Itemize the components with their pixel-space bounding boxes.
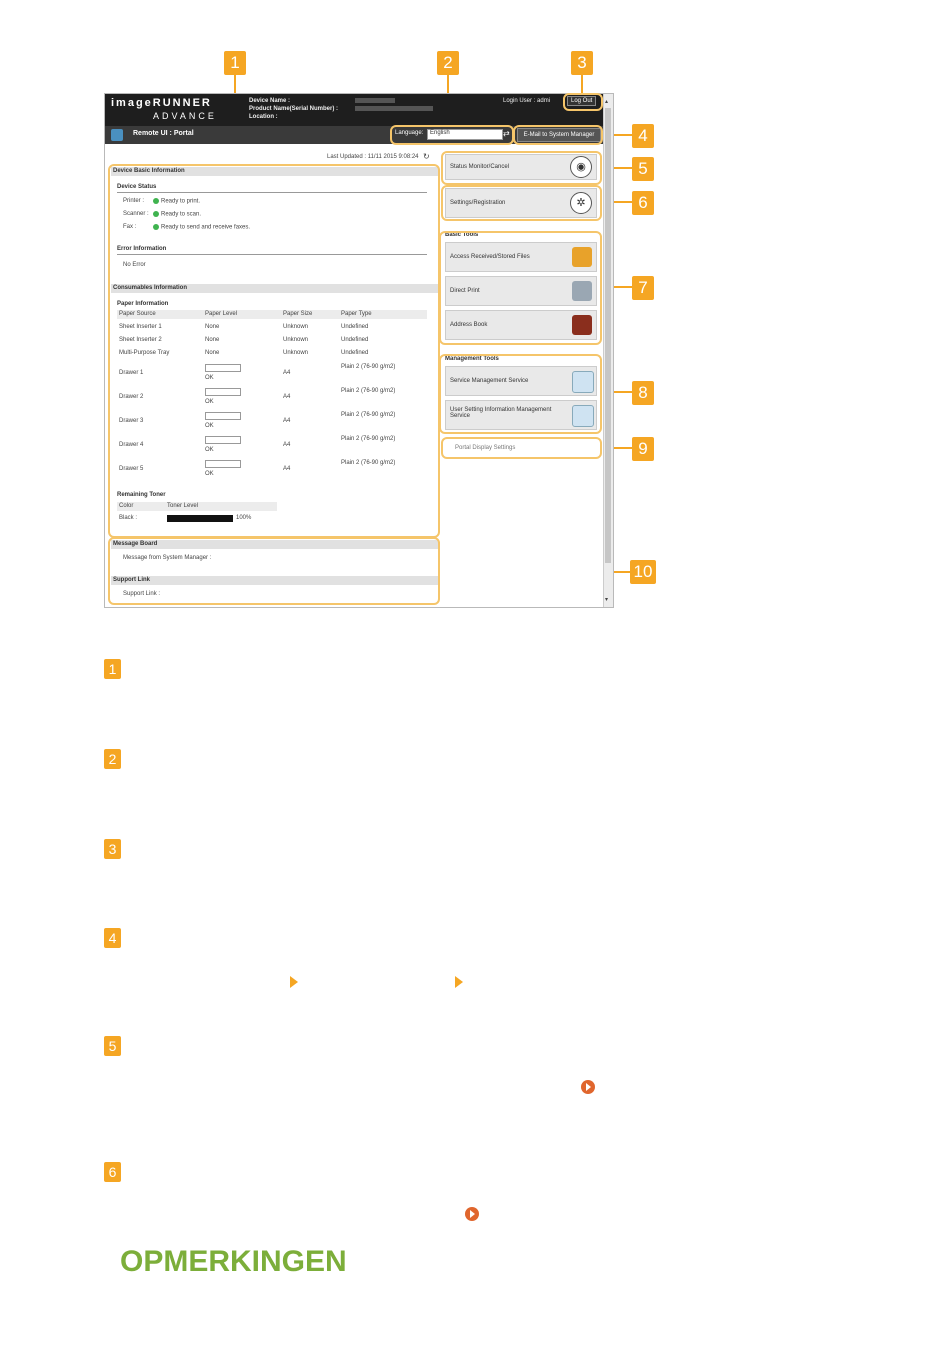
item-number-5: 5 (104, 1036, 121, 1056)
callout-1: 1 (224, 51, 246, 75)
scroll-down-icon[interactable]: ▾ (605, 596, 608, 603)
scrollbar-thumb[interactable] (605, 108, 611, 563)
notes-heading: OPMERKINGEN (120, 1245, 347, 1278)
device-name-value-redacted (355, 98, 395, 103)
callout-3: 3 (571, 51, 593, 75)
item-number-1: 1 (104, 659, 121, 679)
toolbar-title: Remote UI : Portal (133, 130, 194, 137)
callout-3-line (581, 75, 583, 95)
callout-4: 4 (632, 124, 654, 148)
item-number-4: 4 (104, 928, 121, 948)
highlight-1 (108, 164, 440, 538)
last-updated: Last Updated : 11/11 2015 9:08:24 (327, 154, 419, 160)
highlight-10 (108, 537, 440, 605)
item-number-6: 6 (104, 1162, 121, 1182)
product-name-value-redacted (355, 106, 433, 111)
arrow-right-icon (455, 976, 463, 988)
highlight-4 (513, 125, 603, 145)
portal-logo-icon (111, 129, 123, 141)
device-name-label: Device Name : (249, 98, 291, 104)
callout-5: 5 (632, 157, 654, 181)
callout-8: 8 (632, 381, 654, 405)
highlight-3 (563, 93, 603, 111)
header: imageRUNNER ADVANCE Device Name : Produc… (105, 94, 603, 126)
link-arrow-icon[interactable] (581, 1080, 595, 1094)
refresh-icon[interactable]: ↻ (423, 152, 430, 161)
login-user: Login User : admi (503, 98, 550, 104)
location-label: Location : (249, 114, 278, 120)
item-number-2: 2 (104, 749, 121, 769)
product-name-label: Product Name(Serial Number) : (249, 106, 339, 112)
login-user-value: admi (537, 98, 551, 104)
highlight-2 (390, 125, 514, 145)
highlight-6 (441, 185, 602, 221)
scroll-up-icon[interactable]: ▴ (605, 98, 608, 105)
callout-10: 10 (630, 560, 656, 584)
item-number-3: 3 (104, 839, 121, 859)
highlight-5 (441, 151, 602, 185)
callout-2: 2 (437, 51, 459, 75)
highlight-9 (441, 437, 602, 459)
brand-sub: ADVANCE (153, 111, 217, 121)
highlight-8 (439, 354, 602, 434)
link-arrow-icon[interactable] (465, 1207, 479, 1221)
highlight-7 (439, 231, 602, 345)
login-user-label: Login User : (503, 98, 536, 104)
brand-name: imageRUNNER (111, 97, 212, 109)
callout-7: 7 (632, 276, 654, 300)
arrow-right-icon (290, 976, 298, 988)
callout-9: 9 (632, 437, 654, 461)
callout-6: 6 (632, 191, 654, 215)
